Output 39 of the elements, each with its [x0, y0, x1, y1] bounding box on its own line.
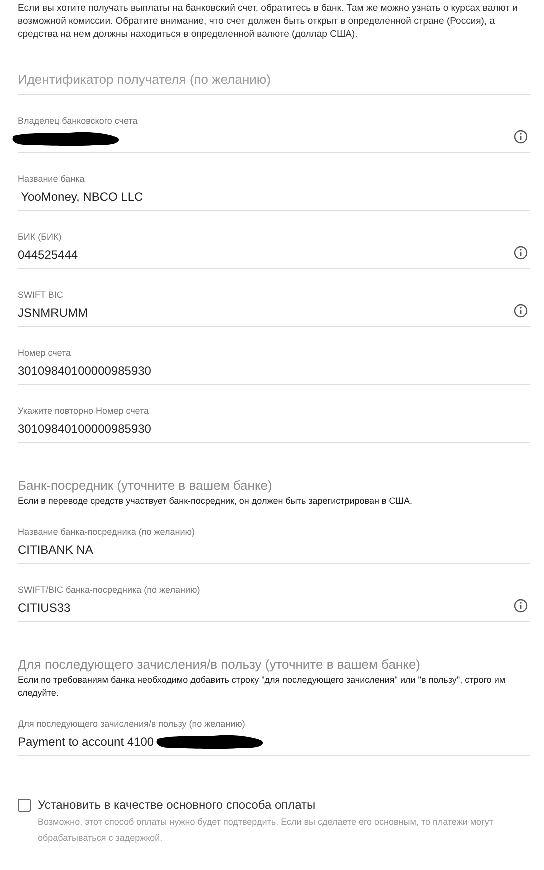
info-icon[interactable] [514, 246, 528, 260]
field-value: 044525444 [18, 247, 78, 264]
field-value: YooMoney, NBCO LLC [20, 189, 144, 206]
text-field[interactable]: Номер счета 30109840100000985930 [18, 327, 530, 385]
checkbox-hint: Возможно, этот способ оплаты нужно будет подтвердить. Если вы сделаете его основным, то платежи могут обрабатываться с задержкой. [38, 816, 494, 845]
text-field[interactable]: Укажите повторно Номер счета 30109840100000985930 [18, 385, 530, 443]
text-field[interactable]: SWIFT BIC JSNMRUMM [18, 269, 530, 327]
checkbox[interactable] [18, 799, 31, 812]
text-field[interactable]: Владелец банковского счета [18, 95, 530, 153]
field-label: SWIFT/BIC банка-посредника (по желанию) [18, 584, 202, 596]
field-label: SWIFT BIC [18, 289, 64, 301]
field-value: CITIBANK NA [18, 542, 94, 559]
text-field[interactable]: Название банка YooMoney, NBCO LLC [18, 153, 530, 211]
field-label: Название банка [18, 173, 86, 185]
field-label: Название банка-посредника (по желанию) [18, 526, 196, 538]
text-field[interactable]: Название банка-посредника (по желанию) CITIBANK NA [18, 508, 530, 564]
text-field[interactable]: Для последующего зачисления/в пользу (по желанию) Payment to account 4100 [18, 700, 530, 756]
section-title: Для последующего зачисления/в пользу (уточните в вашем банке) [18, 657, 422, 673]
field-label: Владелец банковского счета [18, 115, 139, 127]
field-value: 30109840100000985930 [18, 421, 152, 438]
info-icon[interactable] [514, 130, 528, 144]
text-field[interactable]: SWIFT/BIC банка-посредника (по желанию) CITIUS33 [18, 564, 530, 622]
field-label: Укажите повторно Номер счета [18, 405, 150, 417]
checkbox-label: Установить в качестве основного способа оплаты [38, 798, 317, 813]
field-label: БИК (БИК) [18, 231, 63, 243]
field-value: JSNMRUMM [18, 305, 88, 322]
section-title: Банк-посредник (уточните в вашем банке) [18, 478, 274, 494]
section-description: Если в переводе средств участвует банк-посредник, он должен быть зарегистрирован в США. [18, 495, 414, 508]
field-value: 30109840100000985930 [18, 363, 152, 380]
info-icon[interactable] [514, 304, 528, 318]
field-value: Payment to account 4100 [18, 734, 154, 751]
section-description: Если по требованиям банка необходимо добавить строку "для последующего зачисления" или "в пользу", строго им следуйте. [18, 674, 507, 700]
text-field[interactable]: БИК (БИК) 044525444 [18, 211, 530, 269]
field-value: CITIUS33 [18, 600, 71, 617]
intro-text: Если вы хотите получать выплаты на банковский счет, обратитесь в банк. Там же можно узнать о курсах валют и возможной комиссии. Обратите внимание, что счет должен быть открыт в определенной стране (Россия), а средства на нем должны находиться в определенной валюте (доллар США). [18, 2, 519, 41]
info-icon[interactable] [514, 599, 528, 613]
placeholder-text: Идентификатор получателя (по желанию) [18, 72, 272, 89]
field-label: Номер счета [18, 347, 72, 359]
field-label: Для последующего зачисления/в пользу (по желанию) [18, 718, 246, 730]
